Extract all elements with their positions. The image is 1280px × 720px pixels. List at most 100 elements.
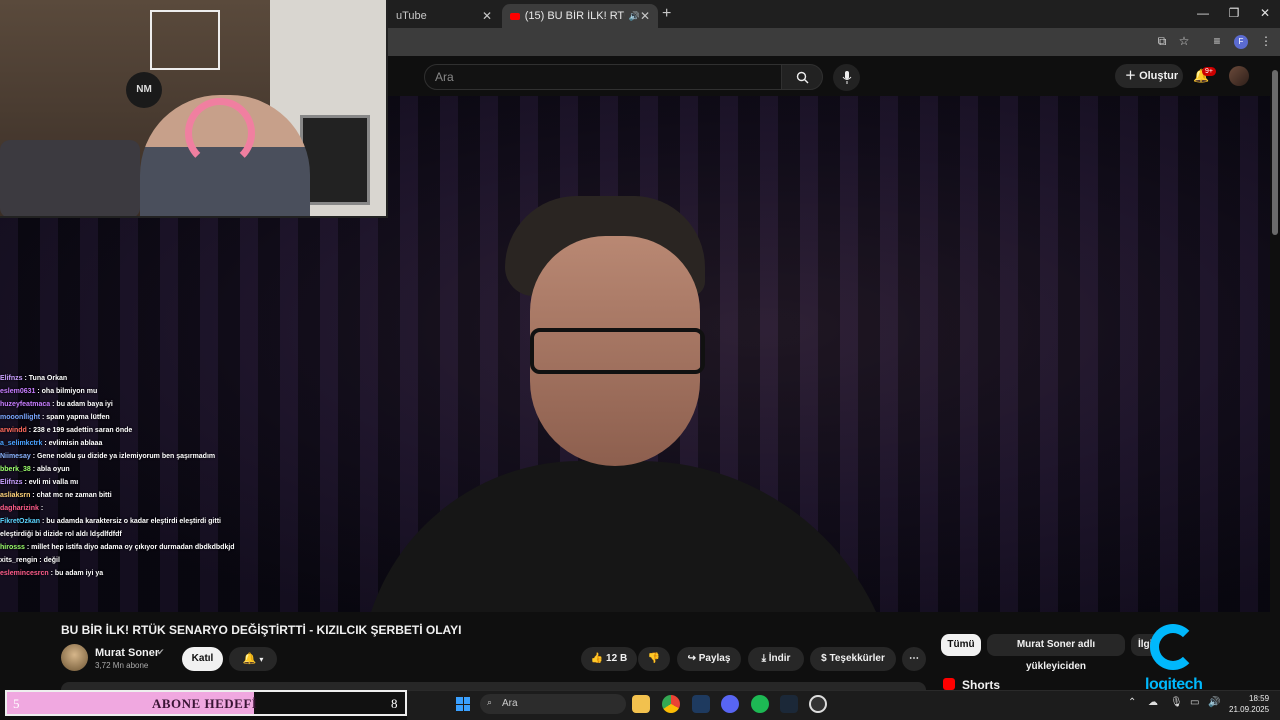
chat-text: : millet hep istifa diyo adama oy çıkıyo… xyxy=(24,544,235,551)
chat-text: : abla oyun xyxy=(30,466,70,473)
thanks-button[interactable]: $ Teşekkürler xyxy=(810,647,896,671)
chat-username: mooonllight xyxy=(0,414,41,421)
more-actions-button[interactable]: ⋯ xyxy=(902,647,926,671)
close-icon[interactable]: ✕ xyxy=(482,9,492,23)
bell-icon: 🔔 xyxy=(242,653,257,665)
create-label: Oluştur xyxy=(1139,70,1179,82)
chat-message: a_selimkctrk : evlimisin ablaaa xyxy=(0,437,260,450)
join-button[interactable]: Katıl xyxy=(182,647,223,671)
download-button[interactable]: ⤓ İndir xyxy=(748,647,804,671)
profile-avatar[interactable]: F xyxy=(1234,35,1248,49)
chat-text: : Tuna Orkan xyxy=(22,375,68,382)
windows-start-icon[interactable] xyxy=(456,697,470,711)
download-label: İndir xyxy=(768,653,791,664)
reading-list-icon[interactable]: ≡ xyxy=(1208,34,1226,48)
microphone-icon[interactable]: 🎙 xyxy=(1170,697,1183,708)
tray-chevron-up-icon[interactable]: ⌃ xyxy=(1128,697,1136,708)
streamer-logo: NM xyxy=(126,72,162,108)
tab-label: (15) BU BİR İLK! RTÜK SENA xyxy=(524,10,625,22)
discord-icon[interactable] xyxy=(721,695,739,713)
chat-message: eslem0631 : oha bilmiyon mu xyxy=(0,385,260,398)
chat-username: asliaksrn xyxy=(0,492,31,499)
tab-label: uTube xyxy=(396,10,427,22)
tab-youtube-home[interactable]: uTube ✕ xyxy=(388,4,500,28)
search-icon: ⌕ xyxy=(487,697,493,707)
speaker-icon[interactable]: 🔊 xyxy=(629,11,640,22)
chat-username: arwindd xyxy=(0,427,27,434)
steam-icon[interactable] xyxy=(780,695,798,713)
chat-username: eslemincesrcn xyxy=(0,570,49,577)
chat-username: Elifnzs xyxy=(0,375,23,382)
minimize-button[interactable]: — xyxy=(1188,6,1218,20)
chat-message: eslemincesrcn : bu adam iyi ya xyxy=(0,567,260,580)
chat-text: : evli mi valla mı xyxy=(22,479,79,486)
app-icon[interactable] xyxy=(692,695,710,713)
microphone-icon xyxy=(842,71,851,84)
chat-text: : bu adam iyi ya xyxy=(48,570,104,577)
dislike-button[interactable]: 👎 xyxy=(638,647,670,671)
chat-message: hirosss : millet hep istifa diyo adama o… xyxy=(0,541,260,554)
channel-avatar[interactable] xyxy=(61,644,88,671)
kebab-menu-icon[interactable]: ⋮ xyxy=(1257,34,1275,48)
chat-message: xits_rengin : değil xyxy=(0,554,260,567)
cloud-icon[interactable]: ☁ xyxy=(1148,697,1158,708)
clock-time[interactable]: 18:59 xyxy=(1249,694,1269,703)
volume-icon[interactable]: 🔊 xyxy=(1208,697,1220,708)
webcam-sofa xyxy=(0,140,140,216)
cast-icon[interactable]: ⧉ xyxy=(1153,34,1171,49)
webcam-shelf xyxy=(150,10,220,70)
chat-username: eslem0631 xyxy=(0,388,36,395)
download-icon: ⤓ xyxy=(761,653,766,664)
chat-username: hirosss xyxy=(0,544,25,551)
notifications-badge: 9+ xyxy=(1202,67,1216,76)
close-icon[interactable]: ✕ xyxy=(640,9,650,23)
chat-text: : Gene noldu şu dizide ya izlemiyorum be… xyxy=(30,453,216,460)
shorts-icon xyxy=(943,678,955,690)
account-avatar[interactable] xyxy=(1229,66,1249,86)
bookmark-star-icon[interactable]: ☆ xyxy=(1175,34,1193,48)
new-tab-button[interactable]: + xyxy=(662,5,671,23)
webcam-overlay: NM xyxy=(0,0,388,218)
scrollbar-thumb[interactable] xyxy=(1272,70,1278,235)
maximize-button[interactable]: ❐ xyxy=(1219,6,1249,20)
like-button[interactable]: 👍 12 B xyxy=(581,647,637,671)
chat-message: asliaksrn : chat mc ne zaman bitti xyxy=(0,489,260,502)
chip-all[interactable]: Tümü xyxy=(941,634,981,656)
chrome-icon[interactable] xyxy=(662,695,680,713)
search-button[interactable] xyxy=(781,64,823,90)
chat-message: huzeyfeatmaca : bu adam baya iyi xyxy=(0,398,260,411)
chat-text: eleştirdiği bi dizide rol aldı ldşdlfdfd… xyxy=(0,531,122,538)
share-button[interactable]: ↪ Paylaş xyxy=(677,647,741,671)
channel-name[interactable]: Murat Soner xyxy=(95,647,159,659)
chip-uploader[interactable]: Murat Soner adlı yükleyiciden xyxy=(987,634,1125,672)
video-subject-glasses xyxy=(530,328,705,374)
chat-username: dagharizink xyxy=(0,505,39,512)
subscribe-bell-button[interactable]: 🔔 ▾ xyxy=(229,647,277,671)
taskbar-search[interactable]: Ara xyxy=(480,694,626,714)
obs-icon[interactable] xyxy=(809,695,827,713)
chat-text: : chat mc ne zaman bitti xyxy=(30,492,112,499)
chat-message: dagharizink : xyxy=(0,502,260,515)
chat-username: FikretOzkan xyxy=(0,518,41,525)
file-explorer-icon[interactable] xyxy=(632,695,650,713)
verified-icon: ✔ xyxy=(157,647,165,657)
chat-message: eleştirdiği bi dizide rol aldı ldşdlfdfd… xyxy=(0,528,260,541)
close-window-button[interactable]: ✕ xyxy=(1250,6,1280,20)
create-button[interactable]: ＋ Oluştur xyxy=(1115,64,1183,88)
thumbs-up-icon: 👍 xyxy=(590,653,604,664)
chat-text: : 238 e 199 sadettin saran önde xyxy=(26,427,133,434)
like-count: 12 B xyxy=(606,653,628,664)
chevron-down-icon: ▾ xyxy=(259,655,264,664)
thanks-label: Teşekkürler xyxy=(829,653,885,664)
search-input[interactable]: Ara xyxy=(424,64,782,90)
tab-video-active[interactable]: (15) BU BİR İLK! RTÜK SENA 🔊 ✕ xyxy=(502,4,658,28)
voice-search-button[interactable] xyxy=(833,64,860,91)
chat-text: : evlimisin ablaaa xyxy=(42,440,103,447)
chat-message: Elifnzs : evli mi valla mı xyxy=(0,476,260,489)
network-icon[interactable]: ▭ xyxy=(1190,697,1199,708)
video-title: BU BİR İLK! RTÜK SENARYO DEĞİŞTİRTTİ - K… xyxy=(61,623,462,637)
spotify-icon[interactable] xyxy=(751,695,769,713)
share-label: Paylaş xyxy=(698,653,731,664)
clock-date[interactable]: 21.09.2025 xyxy=(1229,705,1269,714)
chat-username: huzeyfeatmaca xyxy=(0,401,51,408)
